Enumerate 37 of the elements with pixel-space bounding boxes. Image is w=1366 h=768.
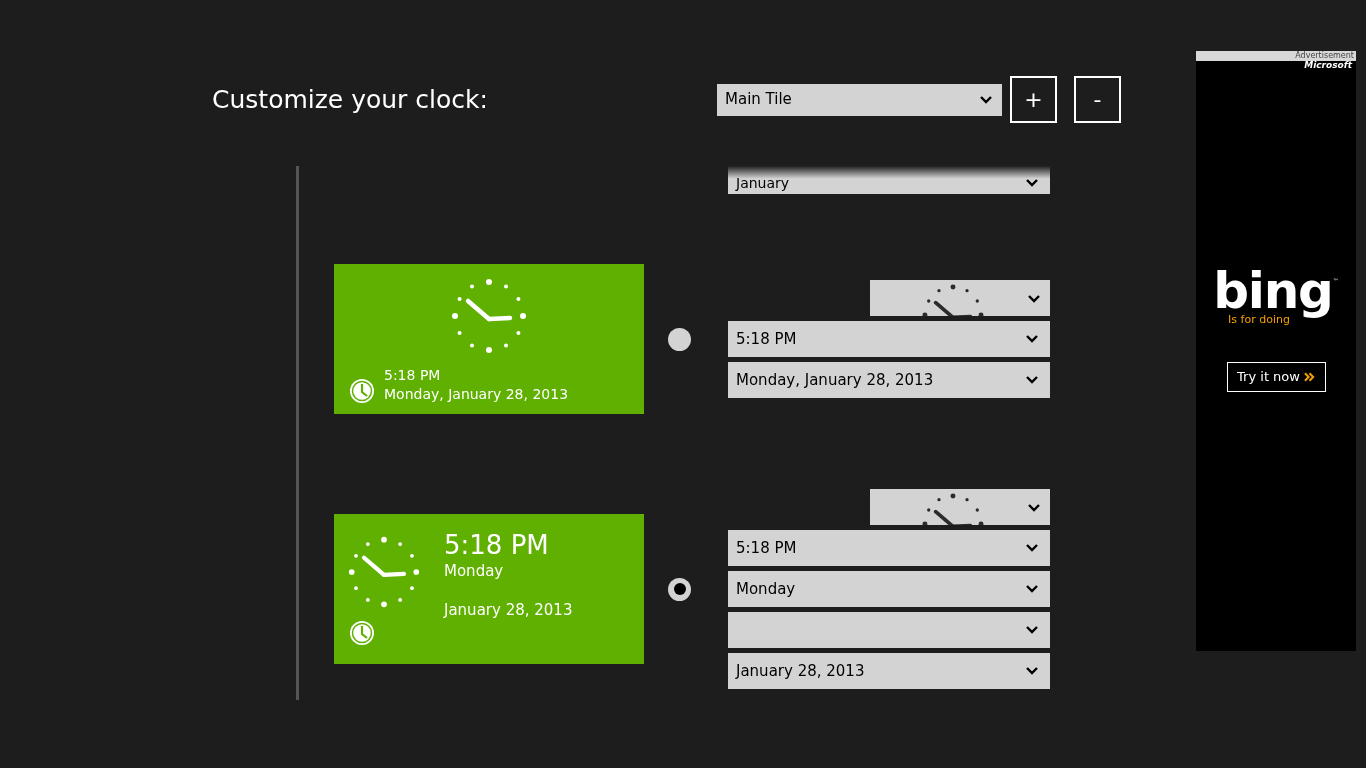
chevron-down-icon	[980, 95, 992, 104]
clock-icon	[349, 620, 375, 646]
radio-button[interactable]	[668, 577, 691, 601]
tile-time: 5:18 PM	[384, 366, 442, 385]
format-dropdown[interactable]: 5:18 PM	[728, 530, 1050, 566]
chevron-down-icon	[1026, 585, 1038, 593]
chevron-down-icon	[1026, 335, 1038, 343]
tile-dropdown[interactable]: Main Tile	[717, 83, 1002, 116]
radio-button[interactable]	[668, 327, 691, 351]
chevron-down-icon	[1026, 667, 1038, 675]
tile-time: 5:18 PM	[444, 529, 550, 562]
format-dropdown[interactable]: January 28, 2013	[728, 653, 1050, 689]
clock-face-dropdown[interactable]	[870, 280, 1050, 316]
tile-day: Monday	[444, 562, 573, 580]
clock-face-dropdown[interactable]	[870, 489, 1050, 525]
tile-date: January 28, 2013	[444, 601, 573, 619]
format-dropdown[interactable]: 5:18 PM	[728, 321, 1050, 357]
try-it-now-button[interactable]: Try it now	[1226, 362, 1326, 392]
month-dropdown[interactable]: January	[728, 166, 1050, 194]
page-title: Customize your clock:	[212, 83, 489, 116]
add-button[interactable]: +	[1010, 76, 1057, 123]
chevron-down-icon	[1028, 295, 1040, 303]
chevron-down-icon	[1026, 626, 1038, 634]
format-dropdown[interactable]: Monday, January 28, 2013	[728, 362, 1050, 398]
format-dropdown[interactable]: Monday	[728, 571, 1050, 607]
chevron-down-icon	[1026, 544, 1038, 552]
analog-clock-icon	[449, 276, 529, 356]
chevron-down-icon	[1026, 179, 1038, 187]
brand-logo: Microsoft	[1304, 61, 1352, 70]
ad-label: Advertisement	[1295, 51, 1354, 61]
tile-date: Monday, January 28, 2013	[384, 385, 569, 404]
remove-button[interactable]: -	[1074, 76, 1121, 123]
chevron-down-icon	[1026, 376, 1038, 384]
clock-icon	[349, 378, 375, 404]
chevron-down-icon	[1028, 504, 1040, 512]
double-chevron-icon	[1303, 372, 1315, 382]
analog-clock-icon	[346, 534, 422, 610]
